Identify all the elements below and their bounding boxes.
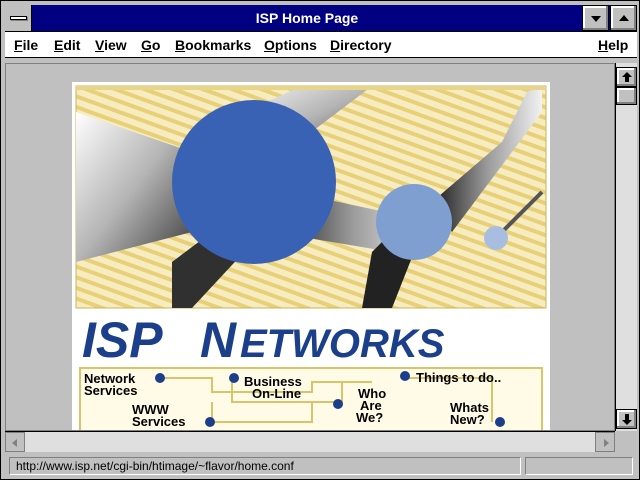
- status-url-text: http://www.isp.net/cgi-bin/htimage/~flav…: [9, 457, 521, 475]
- svg-text:Services: Services: [132, 414, 186, 429]
- minimize-button[interactable]: [582, 5, 609, 31]
- arrow-down-icon: [622, 420, 632, 425]
- maximize-icon: [619, 15, 629, 21]
- menu-go[interactable]: Go: [141, 32, 160, 58]
- svg-text:On-Line: On-Line: [252, 386, 301, 401]
- arrow-left-icon: [12, 439, 17, 447]
- logo-networks-rest: ETWORKS: [240, 322, 445, 366]
- menu-bar: File Edit View Go Bookmarks Options Dire…: [5, 32, 637, 58]
- nav-dot-icon: [155, 373, 165, 383]
- svg-text:Things to do..: Things to do..: [416, 370, 501, 385]
- menu-edit[interactable]: Edit: [54, 32, 80, 58]
- isp-home-imagemap[interactable]: ISP N ETWORKS Network Services Business …: [72, 82, 550, 431]
- vertical-scroll-thumb[interactable]: [616, 87, 637, 105]
- window-title: ISP Home Page: [255, 10, 359, 26]
- logo-networks-initial: N: [200, 312, 237, 368]
- nav-dot-icon: [495, 417, 505, 427]
- document-view[interactable]: ISP N ETWORKS Network Services Business …: [5, 63, 615, 431]
- large-sphere-graphic: [172, 100, 336, 264]
- logo-isp: ISP: [82, 312, 163, 368]
- small-sphere-graphic: [484, 226, 508, 250]
- vertical-scrollbar[interactable]: [615, 63, 637, 431]
- menu-bookmarks[interactable]: Bookmarks: [175, 32, 251, 58]
- status-bar: http://www.isp.net/cgi-bin/htimage/~flav…: [5, 455, 637, 477]
- scroll-down-button[interactable]: [616, 409, 637, 429]
- menu-file[interactable]: File: [14, 32, 38, 58]
- scrollbar-corner: [615, 431, 637, 452]
- title-bar[interactable]: ISP Home Page: [5, 5, 637, 32]
- nav-dot-icon: [333, 399, 343, 409]
- browser-window: ISP Home Page File Edit View Go Bookmark…: [0, 0, 640, 480]
- svg-text:Services: Services: [84, 383, 138, 398]
- nav-dot-icon: [400, 371, 410, 381]
- svg-text:We?: We?: [356, 410, 383, 425]
- menu-help[interactable]: Help: [598, 32, 628, 58]
- isp-banner-graphic[interactable]: ISP N ETWORKS Network Services Business …: [72, 82, 550, 431]
- medium-sphere-graphic: [376, 184, 452, 260]
- svg-text:New?: New?: [450, 412, 485, 427]
- horizontal-scrollbar[interactable]: [5, 431, 615, 452]
- menu-directory[interactable]: Directory: [330, 32, 391, 58]
- arrow-up-icon-stem: [625, 77, 629, 82]
- menu-options[interactable]: Options: [264, 32, 317, 58]
- nav-dot-icon: [205, 417, 215, 427]
- nav-link-things-to-do[interactable]: Things to do..: [400, 370, 501, 385]
- minimize-icon: [591, 16, 601, 22]
- scroll-right-button[interactable]: [595, 432, 615, 452]
- menu-view[interactable]: View: [95, 32, 127, 58]
- scroll-up-button[interactable]: [616, 67, 637, 87]
- scroll-left-button[interactable]: [5, 432, 25, 452]
- status-progress-panel: [525, 457, 633, 475]
- nav-dot-icon: [229, 373, 239, 383]
- arrow-right-icon: [604, 439, 609, 447]
- system-menu-icon[interactable]: [5, 5, 32, 31]
- maximize-button[interactable]: [610, 5, 637, 31]
